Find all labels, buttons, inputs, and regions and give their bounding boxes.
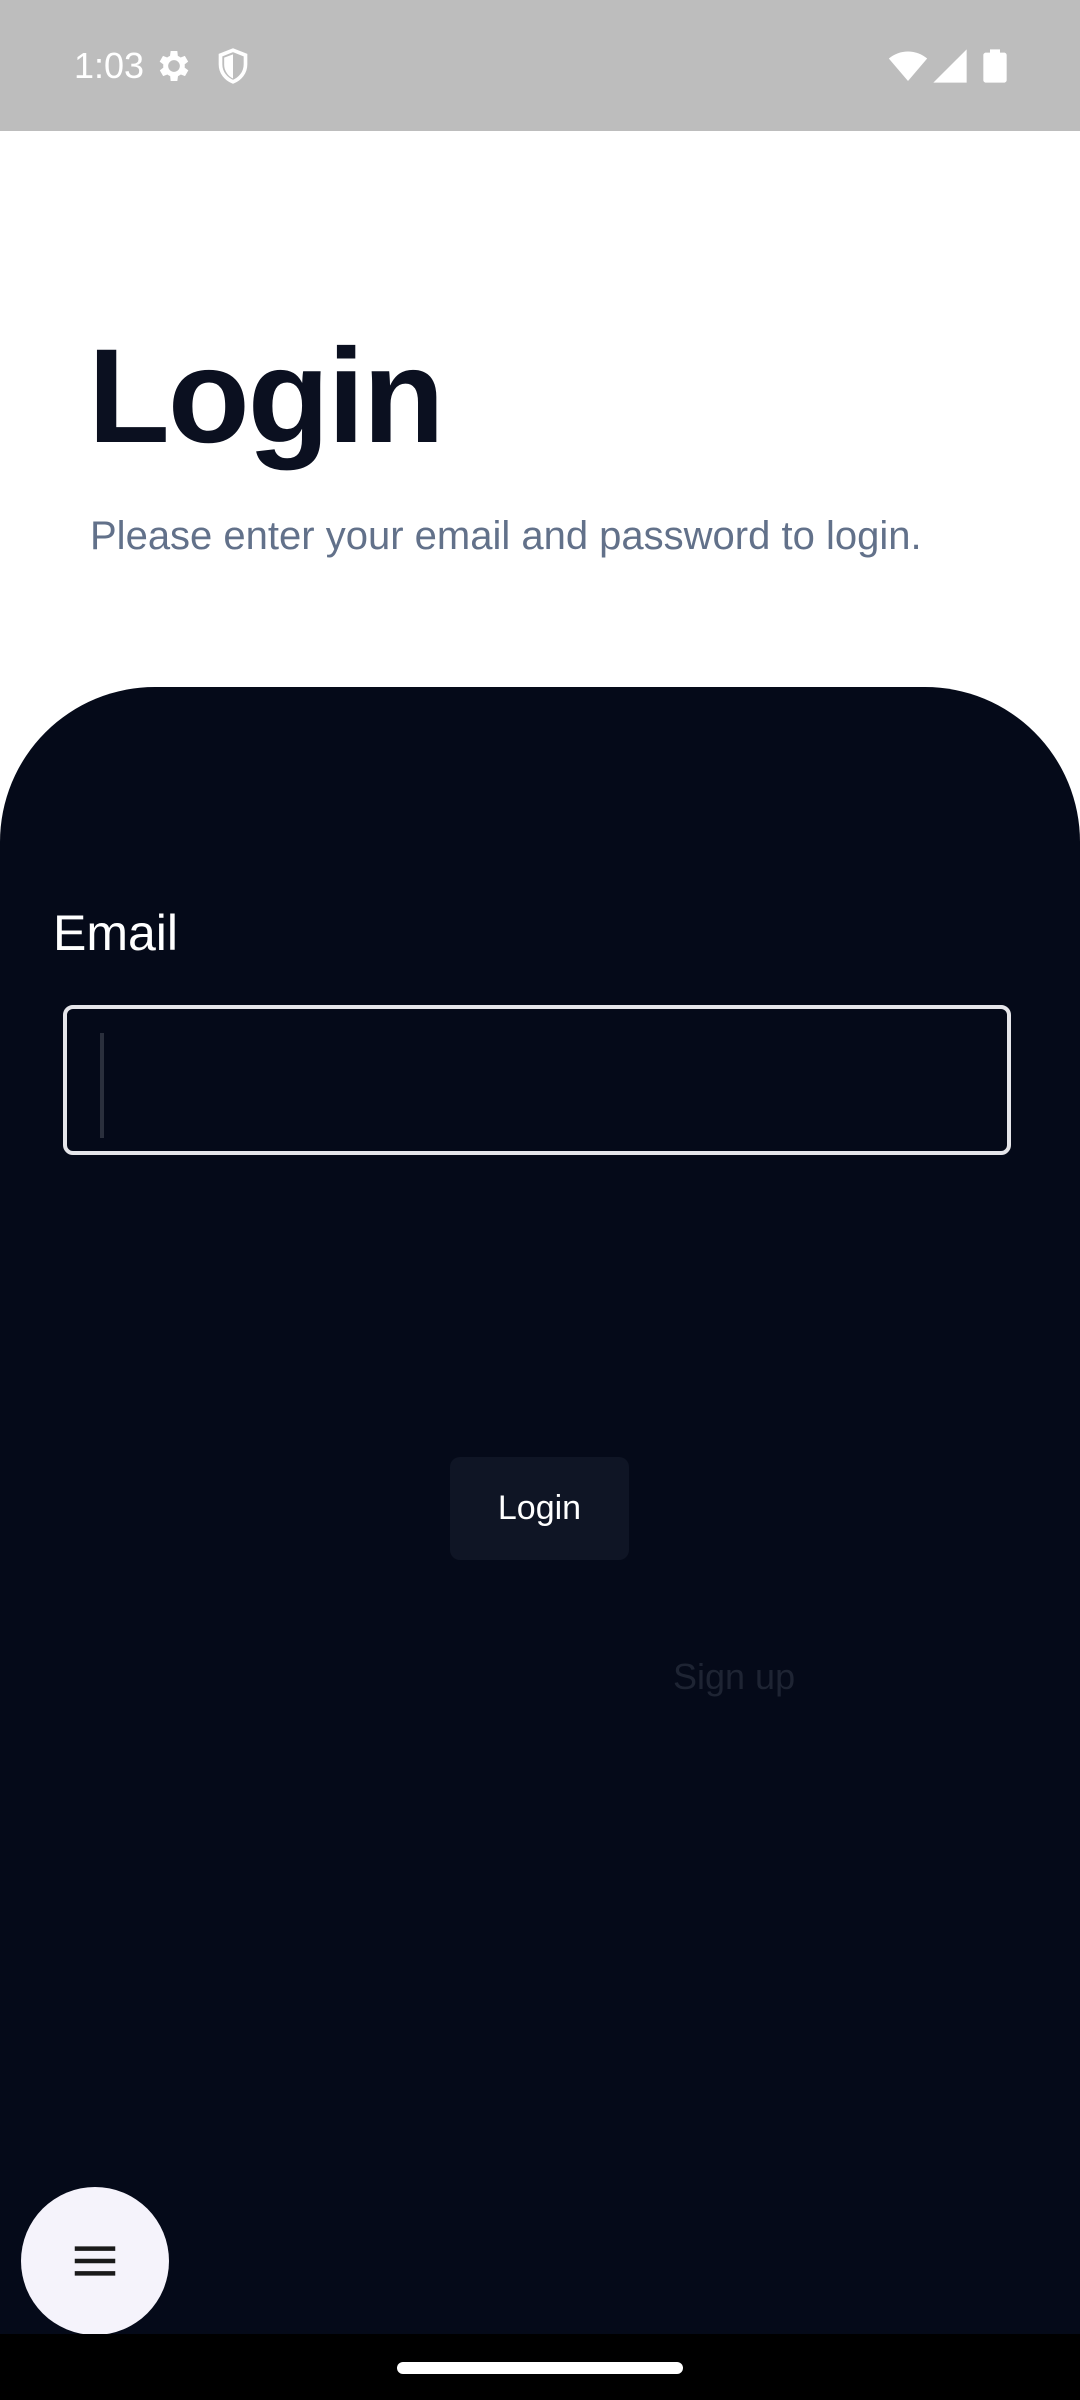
menu-icon bbox=[68, 2234, 122, 2288]
gear-icon bbox=[154, 46, 194, 86]
signal-icon bbox=[930, 46, 970, 86]
text-cursor bbox=[100, 1033, 104, 1138]
home-indicator[interactable] bbox=[397, 2362, 683, 2374]
shield-icon bbox=[213, 46, 253, 86]
email-input[interactable] bbox=[63, 1005, 1011, 1155]
battery-icon bbox=[975, 46, 1015, 86]
page-subtitle: Please enter your email and password to … bbox=[90, 514, 922, 558]
menu-button[interactable] bbox=[21, 2187, 169, 2335]
email-label: Email bbox=[53, 905, 179, 961]
login-button[interactable]: Login bbox=[450, 1457, 629, 1560]
status-bar: 1:03 bbox=[0, 0, 1080, 131]
page-title: Login bbox=[88, 322, 445, 471]
wifi-icon bbox=[888, 46, 928, 86]
signup-link[interactable]: Sign up bbox=[673, 1652, 795, 1702]
status-time: 1:03 bbox=[74, 45, 145, 86]
